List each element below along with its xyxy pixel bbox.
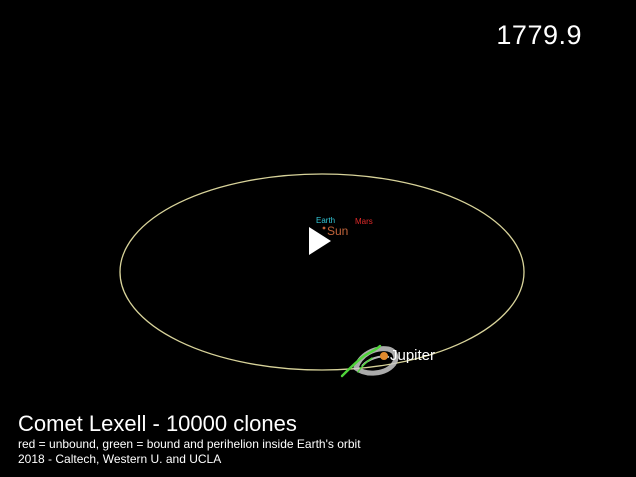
caption-legend: red = unbound, green = bound and perihel…	[18, 437, 361, 451]
jupiter-label: Jupiter	[390, 347, 435, 364]
play-icon[interactable]	[307, 225, 333, 257]
caption: Comet Lexell - 10000 clones red = unboun…	[18, 411, 361, 467]
jupiter-orbit	[119, 173, 525, 371]
caption-credit: 2018 - Caltech, Western U. and UCLA	[18, 452, 222, 466]
jupiter-body	[380, 352, 388, 360]
caption-title: Comet Lexell - 10000 clones	[18, 411, 297, 436]
video-frame[interactable]: Earth Mars Sun Jupiter 1779.9 Comet Lexe…	[0, 0, 636, 477]
timestamp: 1779.9	[496, 20, 582, 50]
mars-label: Mars	[355, 217, 373, 226]
